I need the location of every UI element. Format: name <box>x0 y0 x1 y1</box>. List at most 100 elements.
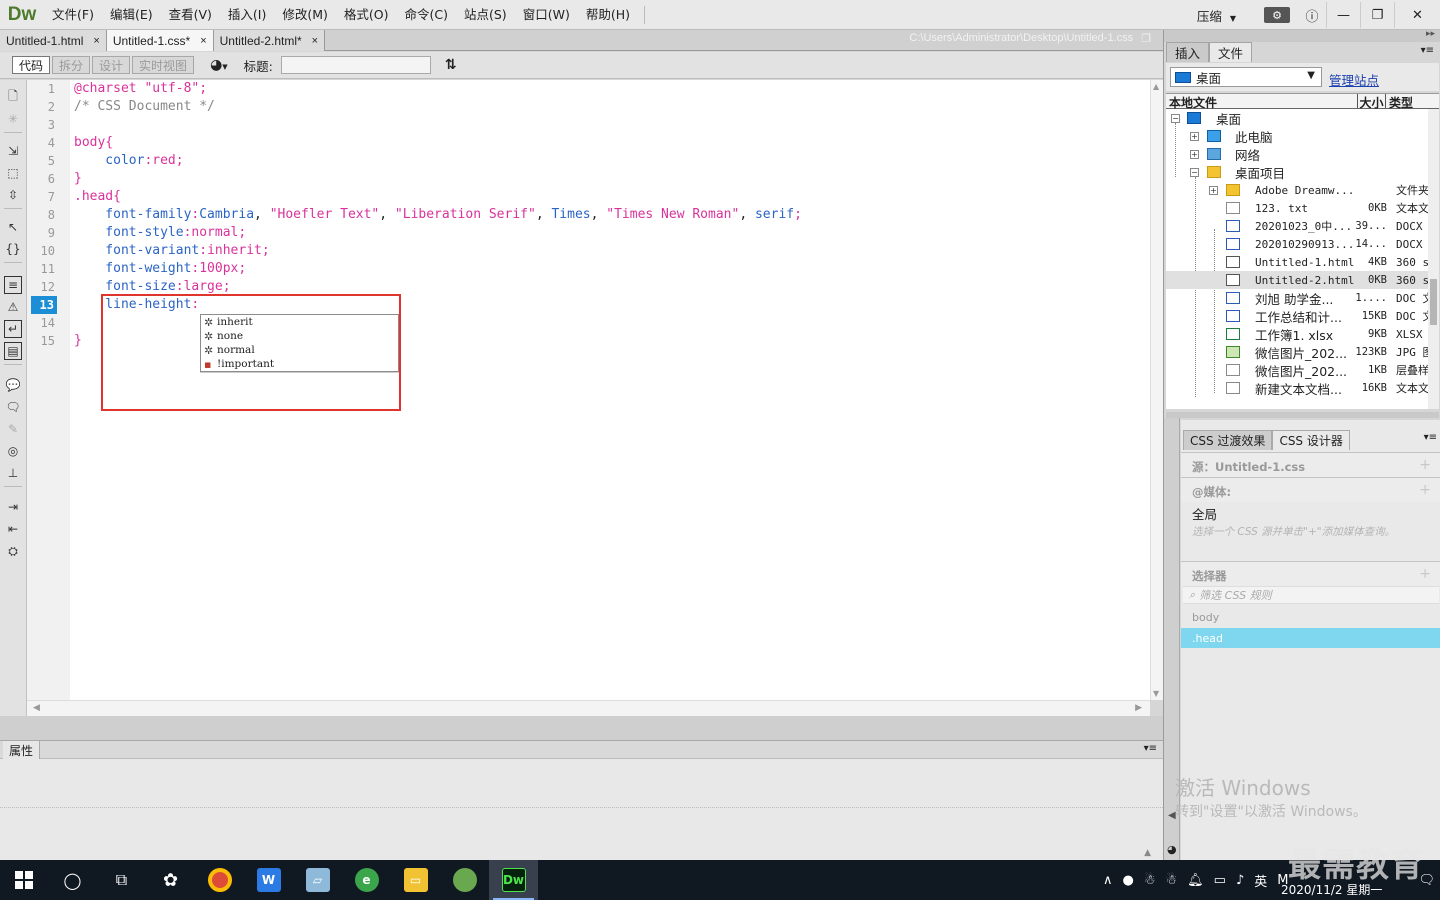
show-code-navigator-icon[interactable]: ✳ <box>4 110 22 128</box>
selector-item[interactable]: body <box>1181 607 1440 627</box>
expand-icon[interactable]: + <box>1190 149 1199 159</box>
minimize-button[interactable]: — <box>1326 2 1360 28</box>
settings-gear-icon[interactable]: ⚙ <box>1264 7 1290 23</box>
qq-icon[interactable]: ☃ <box>1139 873 1161 888</box>
workspace-switcher[interactable]: 压缩 ▼ <box>1189 6 1244 25</box>
expand-icon[interactable]: + <box>1209 185 1218 195</box>
menu-file[interactable]: 文件(F) <box>44 0 102 30</box>
manage-sites-link[interactable]: 管理站点 <box>1329 70 1379 89</box>
recent-snippets-icon[interactable]: ◎ <box>4 442 22 460</box>
globe-icon[interactable]: ◕ <box>1167 843 1177 856</box>
live-view-button[interactable]: 实时视图 <box>132 56 195 74</box>
tree-item-file-selected[interactable]: Untitled-2.html 0KB 360 se <box>1166 271 1439 289</box>
browser-icon[interactable]: e <box>342 860 391 900</box>
site-select[interactable]: 桌面 ▼ <box>1170 67 1322 87</box>
app-icon[interactable]: ✿ <box>146 860 195 900</box>
chrome-icon[interactable] <box>195 860 244 900</box>
media-global[interactable]: 全局 <box>1192 504 1217 523</box>
tree-item-this-pc[interactable]: + 此电脑 <box>1166 127 1439 145</box>
menu-site[interactable]: 站点(S) <box>456 0 515 30</box>
expand-all-icon[interactable]: ⇳ <box>4 186 22 204</box>
file-management-icon[interactable]: ⇅ <box>445 57 457 73</box>
preview-globe-icon[interactable]: ◕▼ <box>210 57 228 73</box>
taskbar-clock[interactable]: 2020/11/2 星期一 <box>1281 881 1382 898</box>
tree-item-file[interactable]: 微信图片_202... 1KB 层叠样 <box>1166 361 1439 379</box>
menu-modify[interactable]: 修改(M) <box>274 0 336 30</box>
tree-item-network[interactable]: + 网络 <box>1166 145 1439 163</box>
tree-item-file[interactable]: 工作总结和计... 15KB DOC 文 <box>1166 307 1439 325</box>
balance-braces-icon[interactable]: {} <box>4 240 22 258</box>
close-tab-icon[interactable]: × <box>93 35 99 47</box>
tree-item-file[interactable]: 20201023_0中... 39... DOCX 文 <box>1166 217 1439 235</box>
title-input[interactable] <box>280 56 431 74</box>
split-view-button[interactable]: 拆分 <box>52 56 91 74</box>
select-parent-tag-icon[interactable]: ↖ <box>4 218 22 236</box>
line-numbers-icon[interactable]: ≡ <box>4 276 22 294</box>
code-hint-item[interactable]: ▪ !important <box>201 357 398 371</box>
filter-css-rules-input[interactable]: ⌕ 筛选 CSS 规则 <box>1183 586 1439 604</box>
properties-tab[interactable]: 属性 <box>3 741 41 760</box>
info-icon[interactable]: ⓘ <box>1298 4 1326 26</box>
notebook-app-icon[interactable]: ▱ <box>293 860 342 900</box>
panel-menu-icon[interactable]: ▾≡ <box>1144 743 1157 754</box>
show-hidden-icons-chevron[interactable]: ∧ <box>1098 873 1118 888</box>
indent-code-icon[interactable]: ⇥ <box>4 498 22 516</box>
tree-item-file[interactable]: 202010290913... 14... DOCX 文 <box>1166 235 1439 253</box>
tree-item-desktop-items[interactable]: − 桌面项目 <box>1166 163 1439 181</box>
tree-item-file[interactable]: 微信图片_202... 123KB JPG 图 <box>1166 343 1439 361</box>
code-hint-item[interactable]: ✲ inherit <box>201 315 398 329</box>
collapse-icon[interactable]: − <box>1190 167 1199 177</box>
wechat-icon[interactable]: ● <box>1117 873 1138 888</box>
dreamweaver-taskbar-icon[interactable]: Dw <box>489 860 538 900</box>
panel-menu-icon[interactable]: ▾≡ <box>1424 432 1437 443</box>
open-documents-icon[interactable]: 🗋 <box>4 88 22 106</box>
menu-window[interactable]: 窗口(W) <box>515 0 578 30</box>
wrap-tag-icon[interactable]: ✎ <box>4 420 22 438</box>
tab-css-transitions[interactable]: CSS 过渡效果 <box>1183 430 1273 450</box>
code-hint-item[interactable]: ✲ normal <box>201 343 398 357</box>
file-explorer-icon[interactable]: ▭ <box>391 860 440 900</box>
tab-untitled-2-html[interactable]: Untitled-2.html* × <box>213 30 326 51</box>
close-tab-icon[interactable]: × <box>200 35 206 47</box>
menu-edit[interactable]: 编辑(E) <box>102 0 161 30</box>
tab-untitled-1-css[interactable]: Untitled-1.css* × <box>106 30 214 51</box>
tab-css-designer[interactable]: CSS 设计器 <box>1272 430 1350 450</box>
word-wrap-icon[interactable]: ↵ <box>4 320 22 338</box>
task-view-icon[interactable]: ⧉ <box>97 860 146 900</box>
tree-item-file[interactable]: Untitled-1.html 4KB 360 se <box>1166 253 1439 271</box>
network-icon[interactable]: ▭ <box>1209 873 1231 888</box>
code-hint-item[interactable]: ✲ none <box>201 329 398 343</box>
format-source-icon[interactable]: ⛭ <box>4 542 22 560</box>
add-selector-icon[interactable]: + <box>1419 566 1431 582</box>
restore-button[interactable]: ❐ <box>1360 2 1394 28</box>
panel-resize-bar[interactable] <box>1166 412 1439 418</box>
cortana-search-icon[interactable]: ◯ <box>48 860 97 900</box>
editor-horizontal-scrollbar[interactable]: ◀ ▶ <box>27 700 1150 716</box>
highlight-invalid-code-icon[interactable]: ⚠ <box>4 298 22 316</box>
menu-format[interactable]: 格式(O) <box>336 0 397 30</box>
menu-help[interactable]: 帮助(H) <box>578 0 638 30</box>
tree-item-file[interactable]: 新建文本文档... 16KB 文本文档 <box>1166 379 1439 397</box>
file-tree-scrollbar[interactable] <box>1428 109 1439 409</box>
column-type[interactable]: 类型 <box>1386 94 1413 110</box>
restore-doc-icon[interactable]: ❐ <box>1141 32 1151 45</box>
editor-vertical-scrollbar[interactable]: ▲ ▼ <box>1150 80 1163 700</box>
melon-app-icon[interactable] <box>440 860 489 900</box>
resize-grip-icon[interactable]: ▲ <box>1144 848 1151 858</box>
menu-insert[interactable]: 插入(I) <box>220 0 274 30</box>
move-css-icon[interactable]: ⊥ <box>4 464 22 482</box>
start-button[interactable] <box>0 860 48 900</box>
tab-files[interactable]: 文件 <box>1209 42 1253 62</box>
expand-icon[interactable]: + <box>1190 131 1199 141</box>
add-media-icon[interactable]: + <box>1419 482 1431 498</box>
collapse-full-tag-icon[interactable]: ⇲ <box>4 142 22 160</box>
collapse-selection-icon[interactable]: ⬚ <box>4 164 22 182</box>
menu-view[interactable]: 查看(V) <box>161 0 220 30</box>
apply-comment-icon[interactable]: 💬 <box>4 376 22 394</box>
remove-comment-icon[interactable]: 🗨 <box>4 398 22 416</box>
qq-icon[interactable]: ☃ <box>1160 873 1182 888</box>
outdent-code-icon[interactable]: ⇤ <box>4 520 22 538</box>
menu-commands[interactable]: 命令(C) <box>397 0 456 30</box>
tab-untitled-1-html[interactable]: Untitled-1.html × <box>0 30 107 51</box>
collapse-icon[interactable]: − <box>1171 113 1180 123</box>
